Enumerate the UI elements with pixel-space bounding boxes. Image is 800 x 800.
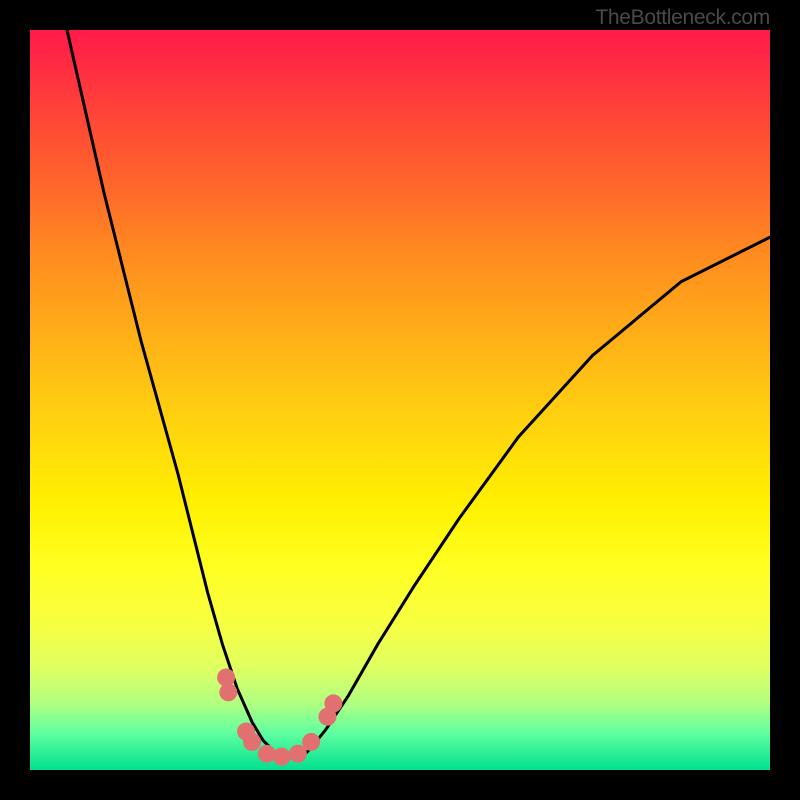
data-marker bbox=[273, 748, 291, 766]
curve-right-curve bbox=[304, 237, 770, 755]
data-marker bbox=[243, 733, 261, 751]
data-marker bbox=[219, 683, 237, 701]
data-marker bbox=[324, 694, 342, 712]
chart-svg bbox=[0, 0, 800, 800]
curve-left-curve bbox=[67, 30, 271, 748]
data-marker bbox=[258, 745, 276, 763]
data-marker bbox=[302, 733, 320, 751]
